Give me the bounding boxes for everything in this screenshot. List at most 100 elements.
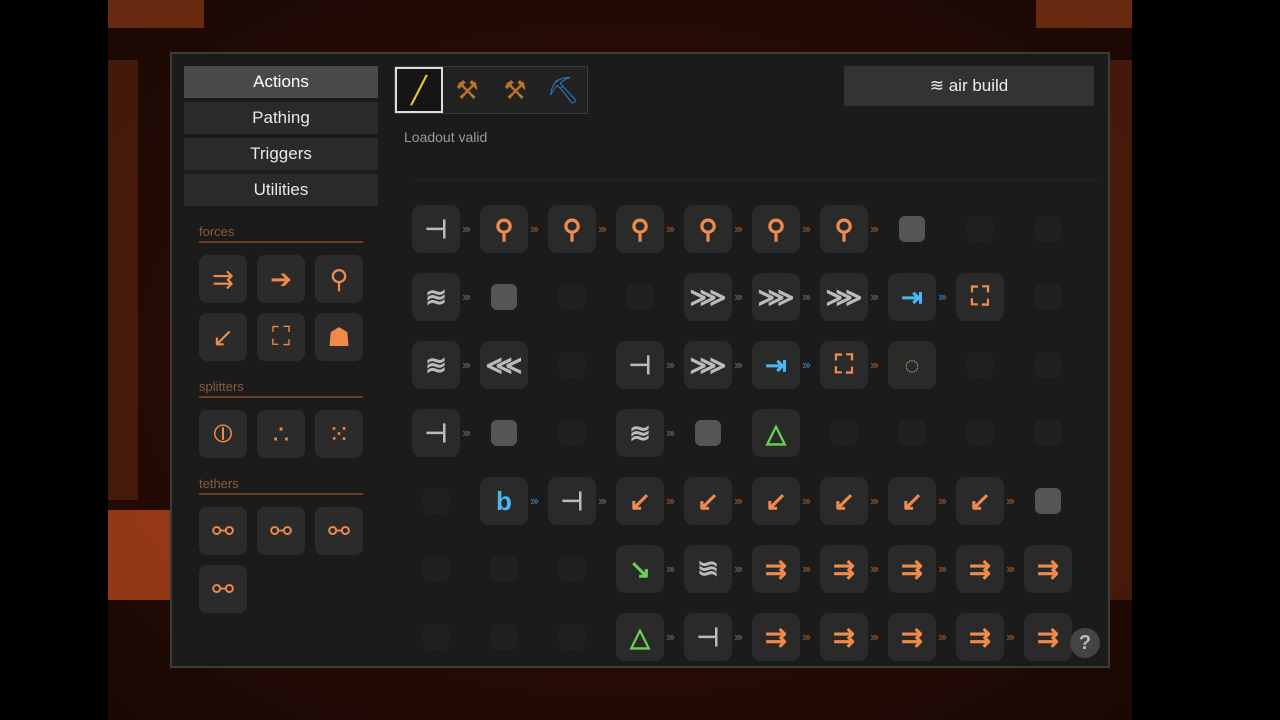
expand-icon[interactable]: ⛶ bbox=[257, 313, 305, 361]
category-tab-utilities[interactable]: Utilities bbox=[184, 174, 378, 206]
empty-slot[interactable] bbox=[967, 216, 993, 242]
blocked-slot[interactable] bbox=[1035, 488, 1061, 514]
spell-chr[interactable]: ⋙ bbox=[752, 273, 800, 321]
connector-arrow: ››› bbox=[802, 221, 809, 236]
spell-expand[interactable]: ⛶ bbox=[956, 273, 1004, 321]
spell-split[interactable]: ⊣ bbox=[616, 341, 664, 389]
spell-wup[interactable]: ≋ bbox=[412, 273, 460, 321]
help-button[interactable]: ? bbox=[1070, 628, 1100, 658]
spell-gcircle[interactable]: ◌ bbox=[888, 341, 936, 389]
push-diagonal-icon[interactable]: ⚲ bbox=[315, 255, 363, 303]
spell-tether[interactable]: ⇥ bbox=[752, 341, 800, 389]
spell-push[interactable]: ⚲ bbox=[616, 205, 664, 253]
spell-push[interactable]: ⚲ bbox=[820, 205, 868, 253]
green-pickaxe-icon[interactable]: ⚒ bbox=[443, 67, 491, 113]
spell-push[interactable]: ⚲ bbox=[752, 205, 800, 253]
spell-chr[interactable]: ⋙ bbox=[820, 273, 868, 321]
empty-slot[interactable] bbox=[1035, 352, 1061, 378]
empty-slot[interactable] bbox=[627, 284, 653, 310]
spell-gtri[interactable]: △ bbox=[616, 613, 664, 661]
empty-slot[interactable] bbox=[1035, 284, 1061, 310]
empty-slot[interactable] bbox=[559, 556, 585, 582]
spell-dbl[interactable]: ⇉ bbox=[752, 545, 800, 593]
figure-icon[interactable]: ☗ bbox=[315, 313, 363, 361]
spell-wdown[interactable]: ≋ bbox=[684, 545, 732, 593]
empty-slot[interactable] bbox=[491, 624, 517, 650]
empty-slot[interactable] bbox=[559, 420, 585, 446]
connector-arrow: ››› bbox=[666, 425, 673, 440]
spell-chl[interactable]: ⋘ bbox=[480, 341, 528, 389]
spell-gtri[interactable]: △ bbox=[752, 409, 800, 457]
blocked-slot[interactable] bbox=[491, 420, 517, 446]
spell-pull[interactable]: ↙ bbox=[684, 477, 732, 525]
pull-diagonal-icon[interactable]: ↙ bbox=[199, 313, 247, 361]
empty-slot[interactable] bbox=[967, 352, 993, 378]
double-right-arrow-icon[interactable]: ⇉ bbox=[199, 255, 247, 303]
spell-push[interactable]: ⚲ bbox=[548, 205, 596, 253]
spell-pull[interactable]: ↙ bbox=[956, 477, 1004, 525]
spell-expand[interactable]: ⛶ bbox=[820, 341, 868, 389]
empty-slot[interactable] bbox=[423, 624, 449, 650]
spell-pull[interactable]: ↙ bbox=[616, 477, 664, 525]
tether-icon[interactable]: ⚯ bbox=[199, 507, 247, 555]
spell-dbl[interactable]: ⇉ bbox=[820, 545, 868, 593]
blocked-slot[interactable] bbox=[899, 216, 925, 242]
empty-slot[interactable] bbox=[1035, 216, 1061, 242]
spell-bl[interactable]: b bbox=[480, 477, 528, 525]
spell-dbl[interactable]: ⇉ bbox=[956, 545, 1004, 593]
spell-garrow[interactable]: ↘ bbox=[616, 545, 664, 593]
spell-chr[interactable]: ⋙ bbox=[684, 273, 732, 321]
tether-double-icon[interactable]: ⚯ bbox=[199, 565, 247, 613]
blocked-slot[interactable] bbox=[695, 420, 721, 446]
blue-pickaxe-icon[interactable]: ⛏ bbox=[539, 67, 587, 113]
spell-push[interactable]: ⚲ bbox=[684, 205, 732, 253]
spell-dbl[interactable]: ⇉ bbox=[752, 613, 800, 661]
spell-dbl[interactable]: ⇉ bbox=[820, 613, 868, 661]
spell-dbl[interactable]: ⇉ bbox=[888, 613, 936, 661]
blocked-slot[interactable] bbox=[491, 284, 517, 310]
connector-arrow: ››› bbox=[462, 357, 469, 372]
spell-dbl[interactable]: ⇉ bbox=[1024, 613, 1072, 661]
empty-slot[interactable] bbox=[899, 420, 925, 446]
spell-dbl[interactable]: ⇉ bbox=[888, 545, 936, 593]
spell-dbl[interactable]: ⇉ bbox=[1024, 545, 1072, 593]
spell-split[interactable]: ⊣ bbox=[412, 205, 460, 253]
category-tab-triggers[interactable]: Triggers bbox=[184, 138, 378, 170]
empty-slot[interactable] bbox=[423, 556, 449, 582]
split-three-icon[interactable]: ∴ bbox=[257, 410, 305, 458]
empty-slot[interactable] bbox=[491, 556, 517, 582]
empty-slot[interactable] bbox=[831, 420, 857, 446]
wand-icon[interactable]: ╱ bbox=[395, 67, 443, 113]
spell-wup[interactable]: ≋ bbox=[412, 341, 460, 389]
green-pickaxe-icon-2[interactable]: ⚒ bbox=[491, 67, 539, 113]
empty-slot[interactable] bbox=[559, 352, 585, 378]
spell-pull[interactable]: ↙ bbox=[888, 477, 936, 525]
spell-chr[interactable]: ⋙ bbox=[684, 341, 732, 389]
empty-slot[interactable] bbox=[559, 624, 585, 650]
spell-push[interactable]: ⚲ bbox=[480, 205, 528, 253]
empty-slot[interactable] bbox=[423, 488, 449, 514]
spell-split[interactable]: ⊣ bbox=[684, 613, 732, 661]
connector-arrow: ››› bbox=[802, 289, 809, 304]
spell-split[interactable]: ⊣ bbox=[548, 477, 596, 525]
air-build-button[interactable]: ≋ air build bbox=[844, 66, 1094, 106]
spell-split[interactable]: ⊣ bbox=[412, 409, 460, 457]
split-two-icon[interactable]: ⦶ bbox=[199, 410, 247, 458]
tether-arrow-icon[interactable]: ⚯ bbox=[315, 507, 363, 555]
spell-dbl[interactable]: ⇉ bbox=[956, 613, 1004, 661]
category-tab-actions[interactable]: Actions bbox=[184, 66, 378, 98]
category-tab-pathing[interactable]: Pathing bbox=[184, 102, 378, 134]
empty-slot[interactable] bbox=[1035, 420, 1061, 446]
spell-pull[interactable]: ↙ bbox=[752, 477, 800, 525]
arrow-right-icon[interactable]: ➔ bbox=[257, 255, 305, 303]
category-list: ActionsPathingTriggersUtilitiesforces⇉➔⚲… bbox=[184, 66, 378, 613]
tether-thick-icon[interactable]: ⚯ bbox=[257, 507, 305, 555]
split-five-icon[interactable]: ⁙ bbox=[315, 410, 363, 458]
connector-arrow: ››› bbox=[870, 357, 877, 372]
spell-pull[interactable]: ↙ bbox=[820, 477, 868, 525]
spell-wup[interactable]: ≋ bbox=[616, 409, 664, 457]
connector-arrow: ››› bbox=[734, 629, 741, 644]
empty-slot[interactable] bbox=[559, 284, 585, 310]
empty-slot[interactable] bbox=[967, 420, 993, 446]
spell-tether[interactable]: ⇥ bbox=[888, 273, 936, 321]
